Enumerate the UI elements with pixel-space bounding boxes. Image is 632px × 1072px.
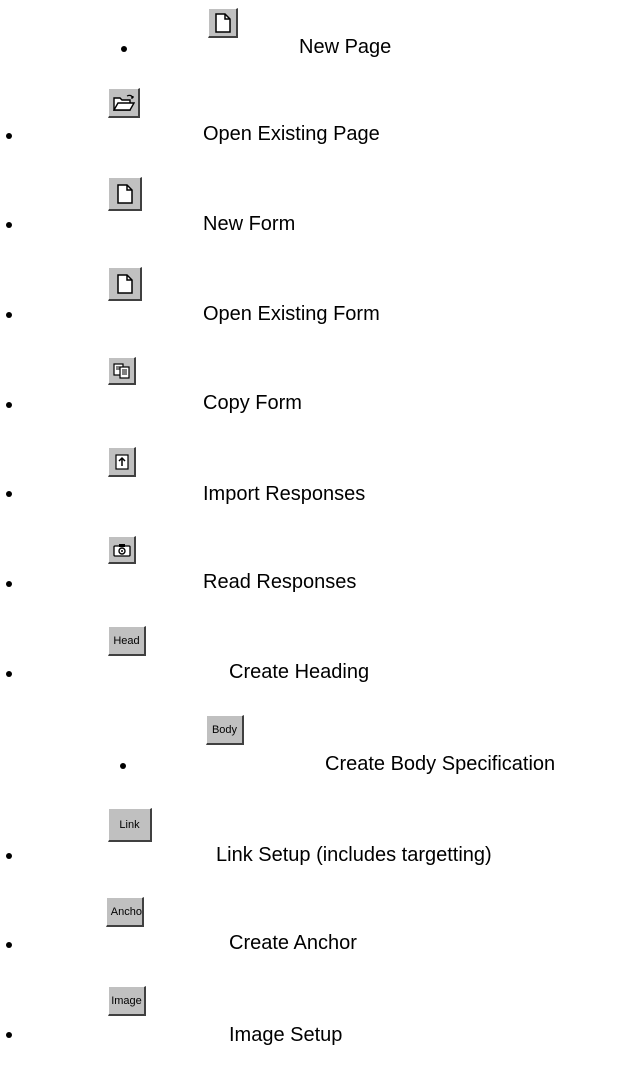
list-item-read-responses: Read Responses	[0, 536, 632, 616]
open-existing-page-button[interactable]	[108, 88, 140, 118]
item-label: Import Responses	[203, 483, 366, 505]
list-item-create-heading: Head Create Heading	[0, 626, 632, 706]
item-label: Create Anchor	[229, 932, 357, 954]
body-button[interactable]: Body	[206, 715, 244, 745]
item-label: Open Existing Page	[203, 123, 380, 145]
list-item-import-responses: Import Responses	[0, 447, 632, 527]
bullet	[6, 402, 12, 408]
item-label: Create Heading	[229, 661, 370, 683]
body-button-icon: Body	[211, 723, 238, 736]
import-responses-button[interactable]	[108, 447, 136, 477]
list-item-create-anchor: Ancho Create Anchor	[0, 897, 632, 977]
bullet	[6, 312, 12, 318]
list-item-new-page: New Page	[0, 0, 632, 80]
anchor-button-icon: Ancho	[110, 905, 142, 918]
open-existing-form-button[interactable]	[108, 267, 142, 301]
open-folder-icon	[112, 94, 135, 112]
bullet	[6, 853, 12, 859]
image-button[interactable]: Image	[108, 986, 146, 1016]
read-responses-button[interactable]	[108, 536, 136, 564]
item-label: Link Setup (includes targetting)	[216, 844, 492, 866]
bullet	[121, 46, 127, 52]
open-form-icon	[116, 273, 134, 294]
bullet	[6, 1032, 12, 1038]
bullet	[6, 222, 12, 228]
bullet	[120, 763, 126, 769]
item-label: Read Responses	[203, 571, 357, 593]
image-button-icon: Image	[111, 994, 142, 1007]
bullet	[6, 133, 12, 139]
head-button[interactable]: Head	[108, 626, 146, 656]
item-label: Image Setup	[229, 1024, 343, 1046]
list-item-new-form: New Form	[0, 177, 632, 257]
bullet	[6, 581, 12, 587]
head-button-icon: Head	[113, 634, 140, 647]
item-label: Open Existing Form	[203, 303, 380, 325]
list-item-link-setup: Link Link Setup (includes targetting)	[0, 808, 632, 888]
copy-icon	[112, 362, 131, 379]
list-item-open-existing-page: Open Existing Page	[0, 88, 632, 168]
anchor-button[interactable]: Ancho	[106, 897, 144, 927]
item-label: Create Body Specification	[325, 753, 556, 775]
link-button[interactable]: Link	[108, 808, 152, 842]
bullet	[6, 491, 12, 497]
toolbar-reference-page: { "items": [ {"icon": "new-page-icon", "…	[0, 0, 632, 1072]
item-label: Copy Form	[203, 392, 302, 414]
list-item-open-existing-form: Open Existing Form	[0, 267, 632, 347]
list-item-image-setup: Image Image Setup	[0, 986, 632, 1066]
item-label: New Form	[203, 213, 296, 235]
list-item-copy-form: Copy Form	[0, 357, 632, 437]
list-item-create-body-specification: Body Create Body Specification	[0, 715, 632, 795]
camera-icon	[112, 543, 131, 557]
new-page-icon	[214, 12, 232, 33]
new-form-button[interactable]	[108, 177, 142, 211]
new-page-button[interactable]	[208, 8, 238, 38]
bullet	[6, 671, 12, 677]
item-label: New Page	[299, 36, 392, 58]
link-button-icon: Link	[119, 818, 140, 831]
bullet	[6, 942, 12, 948]
new-form-icon	[116, 183, 134, 204]
copy-form-button[interactable]	[108, 357, 136, 385]
import-arrow-icon	[114, 453, 129, 470]
